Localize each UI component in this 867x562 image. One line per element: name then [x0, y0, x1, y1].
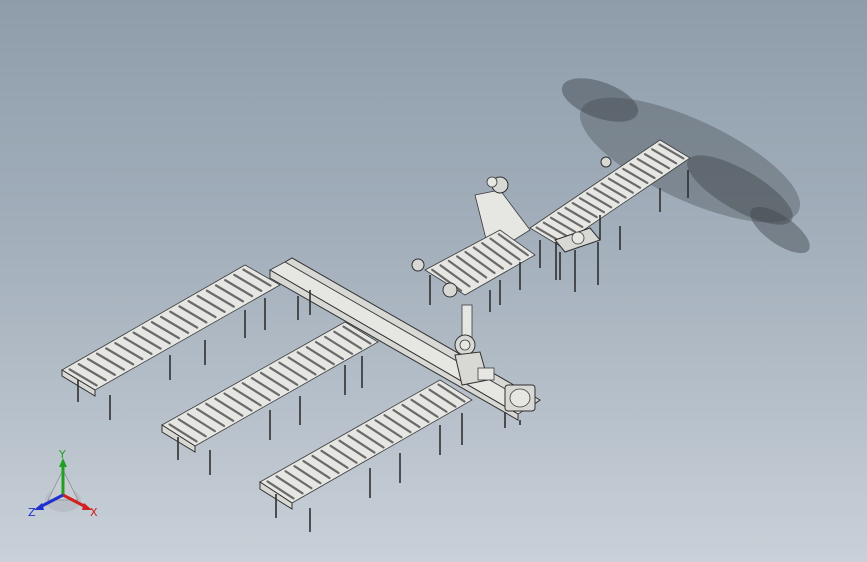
- cad-viewport[interactable]: Y X Z: [0, 0, 867, 562]
- triad-z-label: Z: [28, 506, 36, 519]
- robot-arm[interactable]: [454, 304, 495, 386]
- left-conveyor-3[interactable]: [259, 379, 473, 532]
- triad-y-label: Y: [58, 448, 66, 461]
- incline-conveyor[interactable]: [411, 176, 536, 312]
- triad-x-label: X: [90, 506, 98, 519]
- coordinate-triad: Y X Z: [28, 448, 98, 519]
- model-shadow: [561, 78, 810, 254]
